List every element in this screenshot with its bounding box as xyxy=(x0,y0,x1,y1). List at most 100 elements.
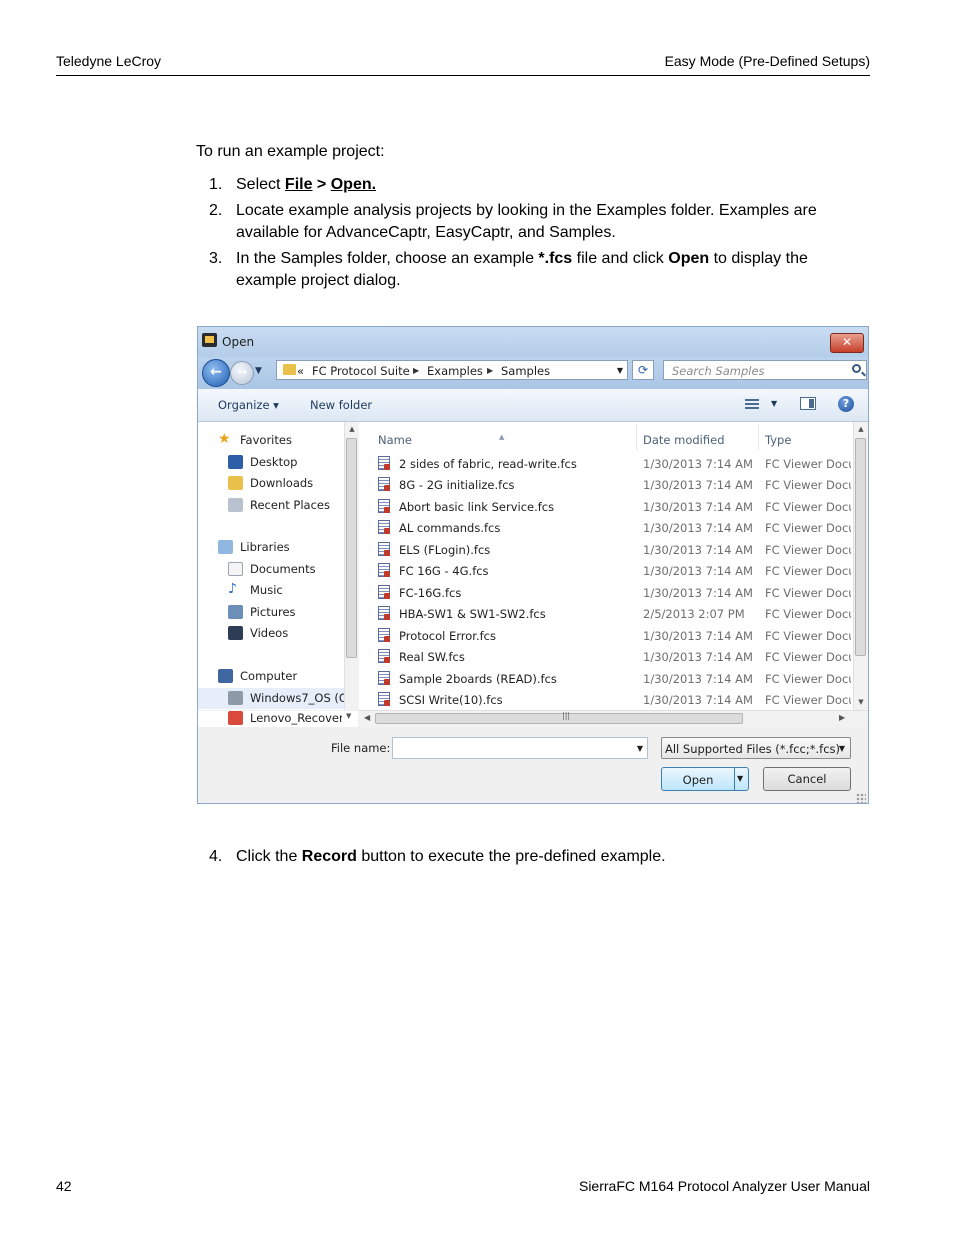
file-row[interactable]: Protocol Error.fcs 1/30/2013 7:14 AM FC Vi… xyxy=(359,626,853,647)
file-name-label: File name: xyxy=(331,741,391,755)
command-toolbar: Organize ▾ New folder ▼ ? xyxy=(198,389,868,422)
fcs-file-icon xyxy=(378,585,390,599)
scroll-left-arrow-icon[interactable]: ◀ xyxy=(364,713,370,722)
history-dropdown-icon[interactable]: ▼ xyxy=(255,366,262,376)
fcs-file-icon xyxy=(378,542,390,556)
chevron-down-icon[interactable]: ▼ xyxy=(771,399,777,408)
app-icon xyxy=(202,333,217,347)
file-row[interactable]: 2 sides of fabric, read-write.fcs 1/30/20… xyxy=(359,454,853,475)
organize-button[interactable]: Organize ▾ xyxy=(218,398,279,412)
cancel-button[interactable]: Cancel xyxy=(763,767,851,791)
chevron-down-icon[interactable]: ▼ xyxy=(737,774,743,783)
forward-arrow-icon[interactable]: → xyxy=(230,361,254,385)
horizontal-scroll-thumb[interactable]: ||| xyxy=(375,711,743,724)
fcs-file-icon xyxy=(378,477,390,491)
fcs-file-icon xyxy=(378,671,390,685)
step-text: Select File > Open. xyxy=(236,176,377,193)
scroll-down-arrow-icon[interactable]: ▼ xyxy=(854,698,868,706)
column-header-date[interactable]: Date modified xyxy=(637,422,757,452)
file-row[interactable]: AL commands.fcs 1/30/2013 7:14 AM FC Viewe… xyxy=(359,518,853,539)
intro-text: To run an example project: xyxy=(196,143,385,160)
file-list-scroll-thumb[interactable] xyxy=(855,438,866,656)
step-number: 2. xyxy=(209,202,223,219)
fcs-file-icon xyxy=(378,520,390,534)
close-button[interactable]: ✕ xyxy=(830,333,864,353)
split-divider xyxy=(734,768,735,790)
page-number: 42 xyxy=(56,1178,72,1194)
address-segment[interactable]: Samples xyxy=(501,364,550,378)
refresh-icon[interactable]: ⟳ xyxy=(632,360,654,380)
file-list-scrollbar[interactable]: ▲ ▼ xyxy=(853,422,868,710)
drive-icon xyxy=(228,691,243,705)
new-folder-button[interactable]: New folder xyxy=(310,398,372,412)
scroll-right-arrow-icon[interactable]: ▶ xyxy=(839,713,845,722)
file-row[interactable]: HBA-SW1 & SW1-SW2.fcs 2/5/2013 2:07 PM FC … xyxy=(359,604,853,625)
chevron-down-icon[interactable]: ▼ xyxy=(617,366,623,375)
column-header-name[interactable]: Name ▲ xyxy=(359,422,635,452)
dialog-title: Open xyxy=(222,335,255,349)
grip-icon: ||| xyxy=(562,711,571,720)
address-row: ← → ▼ « FC Protocol Suite ▶ Examples ▶ S… xyxy=(198,357,868,389)
step-number: 4. xyxy=(209,848,223,865)
preview-pane-icon[interactable] xyxy=(800,397,816,410)
scroll-up-arrow-icon[interactable]: ▲ xyxy=(854,425,868,433)
address-segment[interactable]: FC Protocol Suite xyxy=(312,364,410,378)
videos-icon xyxy=(228,626,243,640)
search-input[interactable]: Search Samples xyxy=(663,360,867,380)
file-row[interactable]: FC 16G - 4G.fcs 1/30/2013 7:14 AM FC Viewe… xyxy=(359,561,853,582)
open-dialog: Open ✕ ← → ▼ « FC Protocol Suite ▶ Examp… xyxy=(197,326,869,804)
computer-icon xyxy=(218,669,233,683)
file-row[interactable]: Abort basic link Service.fcs 1/30/2013 7:… xyxy=(359,497,853,518)
running-header-right: Easy Mode (Pre-Defined Setups) xyxy=(664,53,870,69)
file-row[interactable]: Real SW.fcs 1/30/2013 7:14 AM FC Viewer Do… xyxy=(359,647,853,668)
desktop-icon xyxy=(228,455,243,469)
file-row[interactable]: ELS (FLogin).fcs 1/30/2013 7:14 AM FC View… xyxy=(359,540,853,561)
fcs-file-icon xyxy=(378,692,390,706)
fcs-file-icon xyxy=(378,456,390,470)
step-text-line-2: example project dialog. xyxy=(236,272,401,289)
help-icon[interactable]: ? xyxy=(838,396,854,412)
nav-scroll-thumb[interactable] xyxy=(346,438,357,658)
fcs-file-icon xyxy=(378,606,390,620)
view-options-icon[interactable] xyxy=(745,399,759,410)
dialog-title-bar: Open ✕ xyxy=(198,327,868,357)
file-row[interactable]: FC-16G.fcs 1/30/2013 7:14 AM FC Viewer Doc… xyxy=(359,583,853,604)
header-rule xyxy=(56,75,870,76)
back-arrow-icon[interactable]: ← xyxy=(202,359,230,387)
file-row[interactable]: Sample 2boards (READ).fcs 1/30/2013 7:14 … xyxy=(359,669,853,690)
file-list: Name ▲ Date modified Type 2 sides of fab… xyxy=(359,422,853,710)
chevron-right-icon: ▶ xyxy=(487,366,494,375)
horizontal-scrollbar[interactable]: ◀ ||| ▶ xyxy=(359,710,867,727)
file-type-filter[interactable]: All Supported Files (*.fcc;*.fcs) ▼ xyxy=(661,737,851,759)
music-icon: ♪ xyxy=(228,581,237,597)
file-row[interactable]: 8G - 2G initialize.fcs 1/30/2013 7:14 AM F… xyxy=(359,475,853,496)
address-bar[interactable]: « FC Protocol Suite ▶ Examples ▶ Samples… xyxy=(276,360,628,380)
column-header-type[interactable]: Type xyxy=(759,422,853,452)
step-text: Click the Record button to execute the p… xyxy=(236,848,666,865)
search-icon[interactable] xyxy=(852,364,861,373)
dialog-bottom-panel: File name: ▼ All Supported Files (*.fcc;… xyxy=(198,727,868,803)
nav-item-windows-drive[interactable]: Windows7_OS (C xyxy=(198,688,344,709)
step-number: 3. xyxy=(209,250,223,267)
file-row[interactable]: SCSI Write(10).fcs 1/30/2013 7:14 AM FC Vi… xyxy=(359,690,853,710)
resize-grip-icon[interactable] xyxy=(856,793,866,803)
scroll-down-arrow-icon[interactable]: ▼ xyxy=(346,712,351,720)
recent-places-icon xyxy=(228,498,243,512)
search-placeholder: Search Samples xyxy=(672,364,765,378)
scroll-up-arrow-icon[interactable]: ▲ xyxy=(345,425,359,433)
chevron-right-icon: ▶ xyxy=(413,366,420,375)
step-text-line-2: available for AdvanceCaptr, EasyCaptr, a… xyxy=(236,224,616,241)
fcs-file-icon xyxy=(378,563,390,577)
star-icon: ★ xyxy=(218,431,231,447)
nav-item-lenovo-recovery[interactable]: Lenovo_Recovery ▼ xyxy=(198,711,358,727)
chevron-down-icon[interactable]: ▼ xyxy=(637,744,643,753)
address-segment[interactable]: Examples xyxy=(427,364,483,378)
file-name-input[interactable]: ▼ xyxy=(392,737,648,759)
folder-icon xyxy=(283,364,296,375)
address-prefix: « xyxy=(297,364,305,378)
fcs-file-icon xyxy=(378,499,390,513)
chevron-down-icon[interactable]: ▼ xyxy=(839,744,845,753)
nav-scrollbar[interactable]: ▲ xyxy=(344,422,359,710)
documents-icon xyxy=(228,562,243,576)
open-button[interactable]: Open ▼ xyxy=(661,767,749,791)
